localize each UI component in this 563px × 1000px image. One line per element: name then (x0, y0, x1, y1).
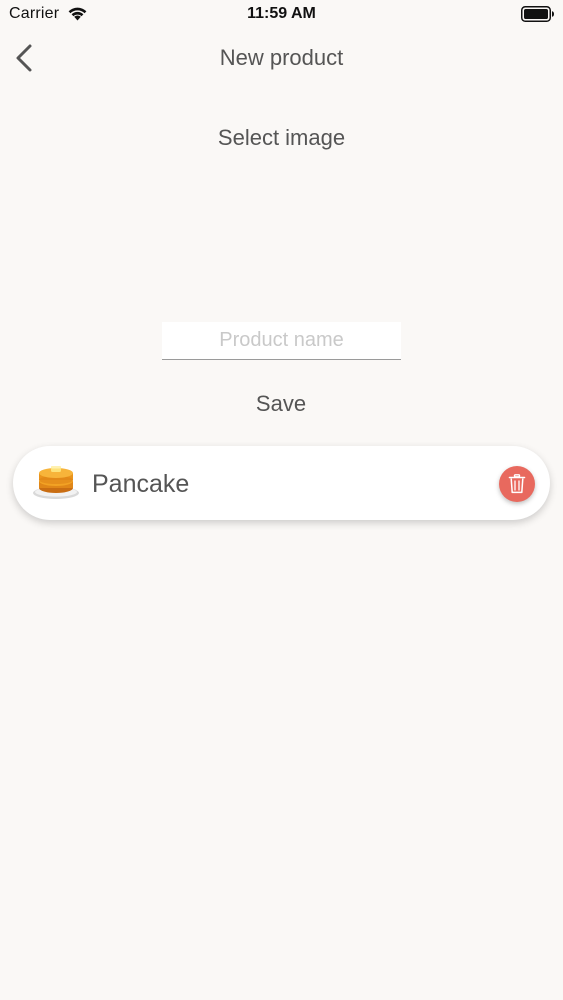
trash-icon (508, 474, 526, 494)
save-button[interactable]: Save (231, 388, 331, 420)
status-bar: Carrier 11:59 AM (0, 0, 563, 30)
select-image-button[interactable]: Select image (0, 125, 563, 151)
page-title: New product (219, 45, 344, 70)
pancake-icon (33, 466, 79, 499)
product-name-input[interactable] (162, 322, 401, 360)
product-name: Pancake (92, 470, 190, 498)
clock-time: 11:59 AM (247, 5, 316, 22)
list-item[interactable]: Pancake (13, 446, 550, 520)
battery-icon (521, 6, 554, 22)
delete-button[interactable] (499, 466, 535, 502)
